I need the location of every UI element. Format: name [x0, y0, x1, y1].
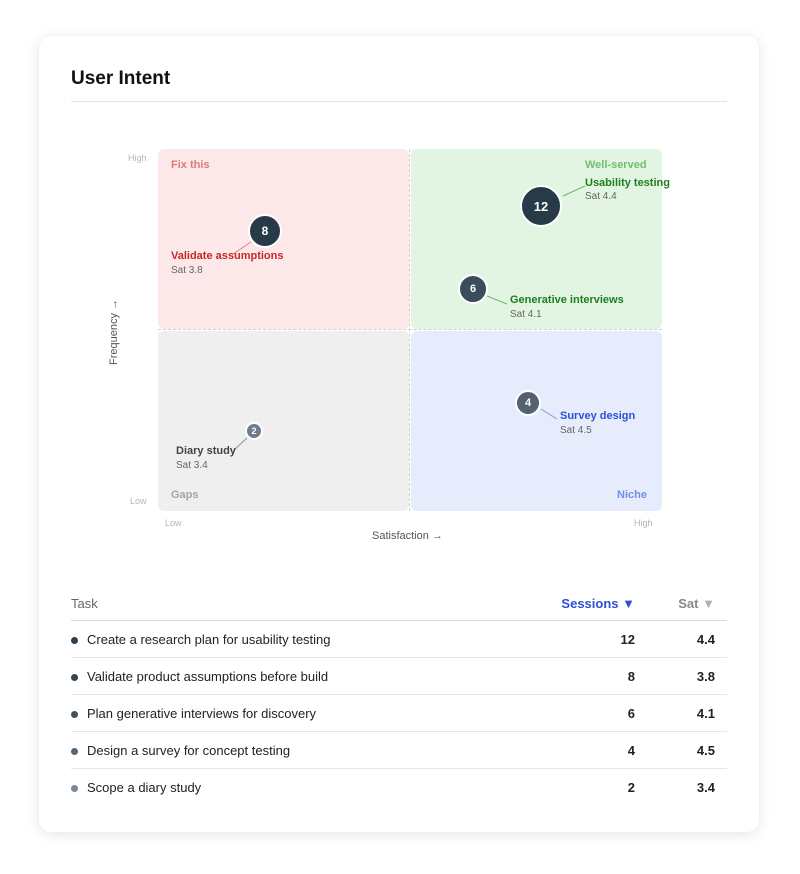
session-bubble[interactable]: 6: [458, 274, 488, 304]
session-bubble[interactable]: 2: [245, 422, 263, 440]
table-header: Task Sessions ▼ Sat ▼: [71, 588, 727, 621]
header-sat-sort[interactable]: Sat ▼: [678, 596, 715, 611]
row-sessions: 2: [627, 780, 635, 795]
table-row[interactable]: Scope a diary study 2 3.4: [71, 769, 727, 805]
row-task: Create a research plan for usability tes…: [87, 632, 331, 647]
row-dot-icon: [71, 674, 78, 681]
point-label: Usability testing: [585, 177, 670, 189]
point-sat: Sat 4.1: [510, 309, 542, 320]
table-row[interactable]: Plan generative interviews for discovery…: [71, 695, 727, 732]
row-sessions: 6: [627, 706, 635, 721]
table-row[interactable]: Design a survey for concept testing 4 4.5: [71, 732, 727, 769]
row-sessions: 8: [627, 669, 635, 684]
row-sat: 3.8: [696, 669, 715, 684]
point-sat: Sat 3.8: [171, 265, 203, 276]
point-label: Validate assumptions: [171, 250, 284, 262]
table-row[interactable]: Validate product assumptions before buil…: [71, 658, 727, 695]
leader-line: [234, 437, 248, 450]
header-task: Task: [71, 596, 98, 611]
leader-lines: [232, 185, 586, 450]
row-task: Scope a diary study: [87, 780, 202, 795]
point-label: Survey design: [560, 410, 636, 422]
row-sessions: 4: [627, 743, 635, 758]
header-sessions-sort[interactable]: Sessions ▼: [561, 596, 635, 611]
session-bubble[interactable]: 4: [515, 390, 541, 416]
header-sat-label: Sat: [678, 596, 699, 611]
session-bubble[interactable]: 8: [248, 214, 282, 248]
point-label: Generative interviews: [510, 294, 624, 306]
point-sat: Sat 4.4: [585, 191, 617, 202]
row-task: Plan generative interviews for discovery: [87, 706, 317, 721]
row-sat: 4.1: [696, 706, 715, 721]
row-sat: 4.4: [696, 632, 715, 647]
row-task: Validate product assumptions before buil…: [87, 669, 329, 684]
intent-matrix: Fix this Well-served Gaps Niche High Low…: [39, 36, 759, 556]
task-table: Task Sessions ▼ Sat ▼ Create a research …: [71, 588, 727, 805]
row-task: Design a survey for concept testing: [87, 743, 291, 758]
row-sessions: 12: [620, 632, 635, 647]
sort-arrow-icon: ▼: [702, 596, 715, 611]
point-sat: Sat 3.4: [176, 460, 208, 471]
table-row[interactable]: Create a research plan for usability tes…: [71, 621, 727, 658]
row-dot-icon: [71, 785, 78, 792]
leader-line: [562, 185, 586, 197]
row-sat: 3.4: [696, 780, 715, 795]
point-label: Diary study: [176, 445, 236, 457]
table-body: Create a research plan for usability tes…: [71, 621, 727, 805]
user-intent-card: User Intent Fix this Well-served Gaps Ni…: [39, 36, 759, 832]
row-sat: 4.5: [696, 743, 715, 758]
row-dot-icon: [71, 711, 78, 718]
leader-line: [486, 295, 508, 305]
leader-line: [540, 408, 558, 420]
session-bubble[interactable]: 12: [520, 185, 562, 227]
row-dot-icon: [71, 637, 78, 644]
row-dot-icon: [71, 748, 78, 755]
point-sat: Sat 4.5: [560, 425, 592, 436]
